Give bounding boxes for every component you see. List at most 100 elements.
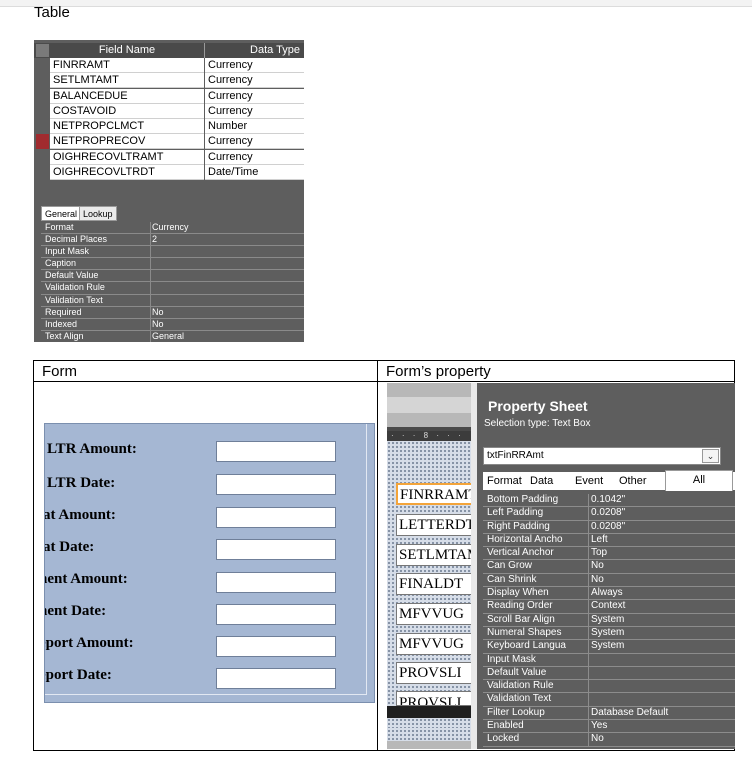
designer-textbox[interactable]: SETLMTAMT [396, 544, 471, 566]
property-sheet-row[interactable]: Default Value [483, 666, 735, 681]
data-type-cell[interactable]: Currency [205, 58, 304, 73]
field-name-cell[interactable]: SETLMTAMT [50, 73, 204, 89]
form-textbox[interactable] [216, 668, 336, 689]
field-row[interactable]: NETPROPCLMCT Number [34, 119, 304, 135]
property-row[interactable]: Format Currency [41, 222, 304, 235]
field-row[interactable]: SETLMTAMT Currency [34, 73, 304, 89]
designer-textbox[interactable]: MFVVUG [396, 633, 471, 655]
property-row[interactable]: Required No [41, 306, 304, 319]
property-sheet-row[interactable]: Scroll Bar Align System [483, 613, 735, 627]
tab-all[interactable]: All [665, 470, 733, 491]
data-type-cell[interactable]: Number [205, 119, 304, 135]
property-sheet-value[interactable]: Context [591, 600, 625, 612]
row-selector[interactable] [36, 119, 49, 135]
property-row[interactable]: Caption [41, 258, 304, 271]
data-type-cell[interactable]: Date/Time [205, 165, 304, 181]
field-name-cell[interactable]: NETPROPRECOV [50, 134, 204, 150]
property-value[interactable]: No [152, 319, 164, 330]
form-textbox[interactable] [216, 572, 336, 593]
form-textbox[interactable] [216, 441, 336, 462]
property-sheet-row[interactable]: Vertical Anchor Top [483, 547, 735, 561]
field-name-cell[interactable]: BALANCEDUE [50, 88, 204, 104]
row-selector-active[interactable] [36, 134, 49, 150]
property-sheet-value[interactable]: 0.0208" [591, 507, 625, 519]
property-sheet-value[interactable]: System [591, 627, 624, 639]
property-sheet-row[interactable]: Left Padding 0.0208" [483, 507, 735, 521]
property-sheet-value[interactable]: 0.0208" [591, 521, 625, 533]
property-sheet-row[interactable]: Bottom Padding 0.1042" [483, 494, 735, 508]
field-name-header[interactable]: Field Name [50, 44, 204, 56]
designer-textbox[interactable]: PROVSLI [396, 662, 471, 684]
property-value[interactable]: Currency [152, 222, 189, 233]
chevron-down-icon[interactable]: ⌄ [702, 449, 719, 463]
field-name-cell[interactable]: OIGHRECOVLTRDT [50, 165, 204, 181]
field-row[interactable]: COSTAVOID Currency [34, 103, 304, 119]
field-row-selected[interactable]: NETPROPRECOV Currency [34, 134, 304, 150]
row-selector[interactable] [36, 149, 49, 165]
row-selector[interactable] [36, 73, 49, 89]
property-sheet-row[interactable]: Reading Order Context [483, 600, 735, 614]
property-sheet-splitter[interactable] [471, 383, 477, 749]
property-row[interactable]: Decimal Places 2 [41, 234, 304, 247]
form-textbox[interactable] [216, 604, 336, 625]
property-sheet-value[interactable]: No [591, 560, 604, 572]
property-sheet-row[interactable]: Locked No [483, 733, 735, 747]
tab-event[interactable]: Event [572, 472, 606, 490]
select-all-cell[interactable] [36, 44, 49, 57]
property-sheet-value[interactable]: Database Default [591, 707, 668, 719]
designer-footer-grid[interactable] [387, 718, 471, 728]
data-type-cell[interactable]: Currency [205, 73, 304, 89]
property-sheet-row[interactable]: Filter Lookup Database Default [483, 706, 735, 721]
form-textbox[interactable] [216, 507, 336, 528]
tab-lookup[interactable]: Lookup [79, 206, 117, 221]
property-sheet-row[interactable]: Can Shrink No [483, 573, 735, 588]
property-value[interactable]: 2 [152, 234, 157, 245]
tab-other[interactable]: Other [616, 472, 650, 490]
designer-textbox[interactable]: PROVSLI [396, 691, 471, 706]
property-sheet-value[interactable]: Top [591, 547, 607, 559]
property-row[interactable]: Default Value [41, 270, 304, 283]
property-row[interactable]: Validation Text [41, 294, 304, 307]
field-row[interactable]: OIGHRECOVLTRDT Date/Time [34, 165, 304, 181]
property-sheet-value[interactable]: System [591, 640, 624, 652]
field-name-cell[interactable]: FINRRAMT [50, 58, 204, 73]
data-type-cell[interactable]: Currency [205, 103, 304, 119]
property-sheet-row[interactable]: Keyboard Langua System [483, 640, 735, 654]
field-name-cell[interactable]: COSTAVOID [50, 103, 204, 119]
property-sheet-row[interactable]: Enabled Yes [483, 720, 735, 734]
row-selector[interactable] [36, 58, 49, 73]
tab-general[interactable]: General [41, 206, 82, 221]
property-row[interactable]: Indexed No [41, 318, 304, 331]
tab-data[interactable]: Data [527, 472, 556, 490]
field-name-cell[interactable]: OIGHRECOVLTRAMT [50, 149, 204, 165]
property-sheet-value[interactable]: Always [591, 587, 623, 599]
property-sheet-row[interactable]: Numeral Shapes System [483, 626, 735, 641]
form-textbox[interactable] [216, 539, 336, 560]
field-row[interactable]: BALANCEDUE Currency [34, 88, 304, 104]
property-sheet-row[interactable]: Validation Text [483, 693, 735, 707]
property-sheet-value[interactable]: No [591, 733, 604, 745]
property-sheet-row[interactable]: Input Mask [483, 653, 735, 667]
form-textbox[interactable] [216, 636, 336, 657]
property-sheet-row[interactable]: Right Padding 0.0208" [483, 520, 735, 534]
row-selector[interactable] [36, 103, 49, 119]
field-name-cell[interactable]: NETPROPCLMCT [50, 119, 204, 135]
data-type-header[interactable]: Data Type [205, 44, 300, 56]
form-textbox[interactable] [216, 474, 336, 495]
property-value[interactable]: General [152, 331, 184, 342]
property-sheet-row[interactable]: Can Grow No [483, 560, 735, 574]
data-type-cell[interactable]: Currency [205, 88, 304, 104]
property-sheet-value[interactable]: System [591, 614, 624, 626]
property-row[interactable]: Input Mask [41, 246, 304, 259]
property-sheet-value[interactable]: No [591, 574, 604, 586]
designer-textbox[interactable]: FINALDT [396, 573, 471, 595]
designer-textbox[interactable]: LETTERDT [396, 514, 471, 536]
data-type-cell[interactable]: Currency [205, 134, 304, 150]
property-value[interactable]: No [152, 307, 164, 318]
property-row[interactable]: Text Align General [41, 330, 304, 342]
data-type-cell[interactable]: Currency [205, 149, 304, 165]
field-row[interactable]: OIGHRECOVLTRAMT Currency [34, 149, 304, 165]
property-sheet-value[interactable]: Left [591, 534, 608, 546]
property-sheet-value[interactable]: Yes [591, 720, 607, 732]
designer-textbox[interactable]: MFVVUG [396, 603, 471, 625]
